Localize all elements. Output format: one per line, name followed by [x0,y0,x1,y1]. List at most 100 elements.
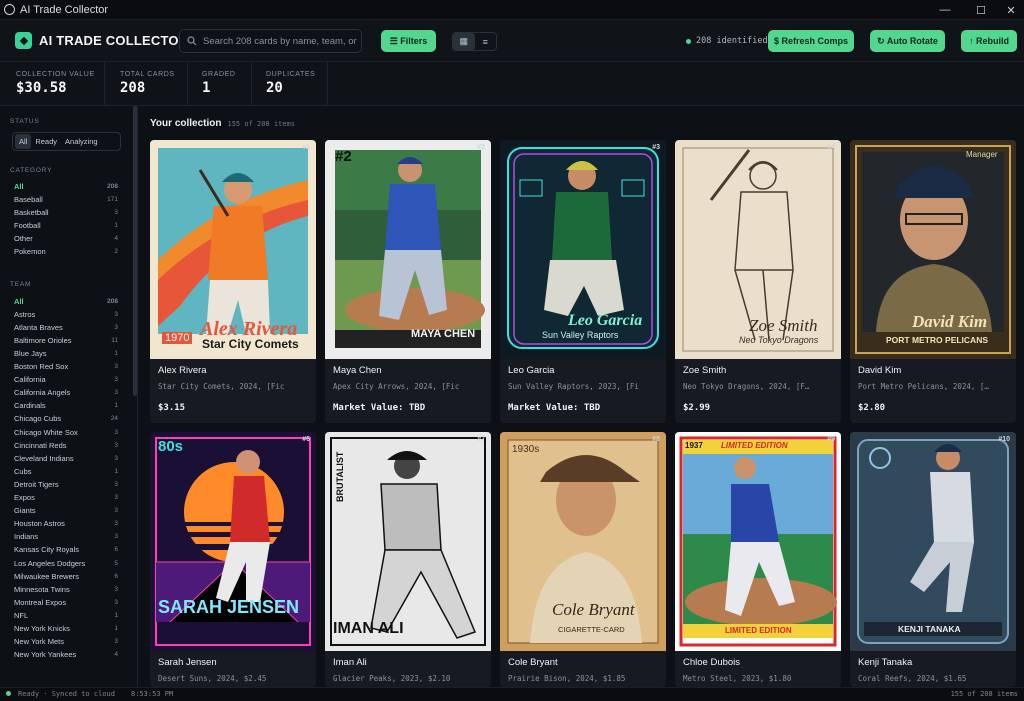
minimize-button[interactable]: — [928,0,962,20]
team-count: 3 [114,507,118,515]
team-item[interactable]: Cleveland Indians 3 [14,452,118,464]
team-item[interactable]: Milwaukee Brewers 6 [14,570,118,582]
team-item[interactable]: Indians 3 [14,531,118,543]
card-name: Iman Ali [333,657,367,668]
collection-card[interactable]: Zoe Smith Neo Tokyo Dragons #4 Zoe Smith Neo… [675,140,841,423]
collection-card[interactable]: #2 MAYA CHEN #2 Maya Chen Apex City Arrows, … [325,140,491,423]
card-artwork[interactable]: 1937 LIMITED EDITION LIMITED EDITION #9 [675,432,841,651]
team-item[interactable]: New York Mets 3 [14,636,118,648]
team-count: 3 [114,428,118,436]
card-artwork[interactable]: Leo Garcia Sun Valley Raptors #3 [500,140,666,359]
card-number: #2 [477,144,485,151]
card-number: #3 [652,144,660,151]
status-option-ready[interactable]: Ready [31,137,61,146]
team-count: 11 [111,336,118,344]
collection-card[interactable]: BRUTALIST IMAN ALI #7 Iman Ali Glacier Peaks… [325,432,491,687]
team-item[interactable]: Kansas City Royals 6 [14,544,118,556]
team-count: 3 [114,441,118,449]
collection-card[interactable]: KENJI TANAKA #10 Kenji Tanaka Coral Reefs, … [850,432,1016,687]
card-artwork[interactable]: #2 MAYA CHEN #2 [325,140,491,359]
view-toggle[interactable]: ▦ ≡ [452,32,497,51]
collection-card[interactable]: 1937 LIMITED EDITION LIMITED EDITION #9 Chlo… [675,432,841,687]
status-option-all[interactable]: All [15,134,32,149]
card-art-text: 1937 [685,441,703,450]
card-art-text: PORT METRO PELICANS [886,335,989,345]
team-item[interactable]: Montreal Expos 3 [14,596,118,608]
team-item[interactable]: Chicago White Sox 3 [14,426,118,438]
card-artwork[interactable]: BRUTALIST IMAN ALI #7 [325,432,491,651]
card-name: Kenji Tanaka [858,657,913,668]
collection-card[interactable]: Manager David Kim PORT METRO PELICANS David… [850,140,1016,423]
list-view-icon[interactable]: ≡ [475,33,497,50]
team-item[interactable]: Cubs 1 [14,465,118,477]
team-item[interactable]: Los Angeles Dodgers 5 [14,557,118,569]
team-label: Cardinals [14,401,46,411]
team-item[interactable]: New York Yankees 4 [14,649,118,661]
card-artwork[interactable]: KENJI TANAKA #10 [850,432,1016,651]
category-item[interactable]: Basketball 3 [14,206,118,218]
team-item[interactable]: New York Knicks 1 [14,623,118,635]
search-icon [187,36,197,46]
card-artwork[interactable]: Zoe Smith Neo Tokyo Dragons #4 [675,140,841,359]
card-artwork[interactable]: Manager David Kim PORT METRO PELICANS [850,140,1016,359]
team-item[interactable]: California Angels 3 [14,387,118,399]
maximize-button[interactable]: ☐ [964,0,998,20]
category-item[interactable]: All 208 [14,180,118,192]
team-label: Kansas City Royals [14,545,80,555]
team-item[interactable]: Giants 3 [14,505,118,517]
team-item[interactable]: Detroit Tigers 3 [14,478,118,490]
team-label: Cleveland Indians [14,453,74,463]
category-label: Pokemon [14,247,46,256]
card-artwork[interactable]: 1930s Cole Bryant CIGARETTE-CARD #8 [500,432,666,651]
search-input[interactable]: Search 208 cards by name, team, or [179,29,362,53]
team-item[interactable]: Minnesota Twins 3 [14,583,118,595]
team-item[interactable]: Expos 3 [14,492,118,504]
card-number: #7 [477,436,485,443]
team-item[interactable]: Boston Red Sox 3 [14,361,118,373]
category-item[interactable]: Baseball 171 [14,193,118,205]
sidebar-scrollbar[interactable] [133,106,137,396]
collection-card[interactable]: Alex Rivera Star City Comets 1970 #1 Alex Ri… [150,140,316,423]
team-count: 3 [114,363,118,370]
team-item[interactable]: All 208 [14,295,118,307]
category-item[interactable]: Pokemon 2 [14,246,118,258]
refresh-comps-button[interactable]: $ Refresh Comps [768,30,854,52]
card-art-text: LIMITED EDITION [725,626,792,635]
status-option-analyzing[interactable]: Analyzing [61,137,102,146]
card-artwork[interactable]: 80s SARAH JENSEN #6 [150,432,316,651]
team-label: Indians [14,532,39,542]
team-item[interactable]: Cincinnati Reds 3 [14,439,118,451]
grid-view-icon[interactable]: ▦ [453,33,475,50]
close-button[interactable]: ✕ [994,0,1024,20]
team-item[interactable]: NFL 1 [14,609,118,621]
app-icon [4,4,15,15]
category-item[interactable]: Football 1 [14,219,118,231]
team-item[interactable]: Blue Jays 1 [14,347,118,359]
status-filter[interactable]: All Ready Analyzing [12,132,121,151]
team-item[interactable]: Houston Astros 3 [14,518,118,530]
collection-card[interactable]: 80s SARAH JENSEN #6 Sarah Jensen Desert Suns… [150,432,316,687]
collection-card[interactable]: 1930s Cole Bryant CIGARETTE-CARD #8 Cole Bry… [500,432,666,687]
team-item[interactable]: Baltimore Orioles 11 [14,334,118,346]
team-item[interactable]: Chicago Cubs 24 [14,413,118,425]
team-item[interactable]: Astros 3 [14,308,118,320]
team-item[interactable]: Atlanta Braves 3 [14,321,118,333]
card-artwork[interactable]: Alex Rivera Star City Comets 1970 #1 [150,140,316,359]
rebuild-button[interactable]: ↑ Rebuild [961,30,1017,52]
collection-card[interactable]: Leo Garcia Sun Valley Raptors #3 Leo Garcia… [500,140,666,423]
team-count: 5 [114,559,118,567]
team-count: 3 [114,323,118,331]
team-count: 3 [114,520,118,528]
team-item[interactable]: Cardinals 1 [14,400,118,412]
auto-rotate-button[interactable]: ↻ Auto Rotate [870,30,945,52]
team-item[interactable]: California 3 [14,374,118,386]
category-item[interactable]: Other 4 [14,232,118,244]
team-label: California Angels [14,388,71,398]
card-art-text: Cole Bryant [552,600,635,619]
filters-button[interactable]: ☰ Filters [381,30,436,52]
card-name: Cole Bryant [508,657,558,668]
category-count: 1 [114,221,118,229]
search-placeholder: Search 208 cards by name, team, or [203,35,357,47]
stat-label: GRADED [202,71,236,78]
category-label: Other [14,233,33,243]
